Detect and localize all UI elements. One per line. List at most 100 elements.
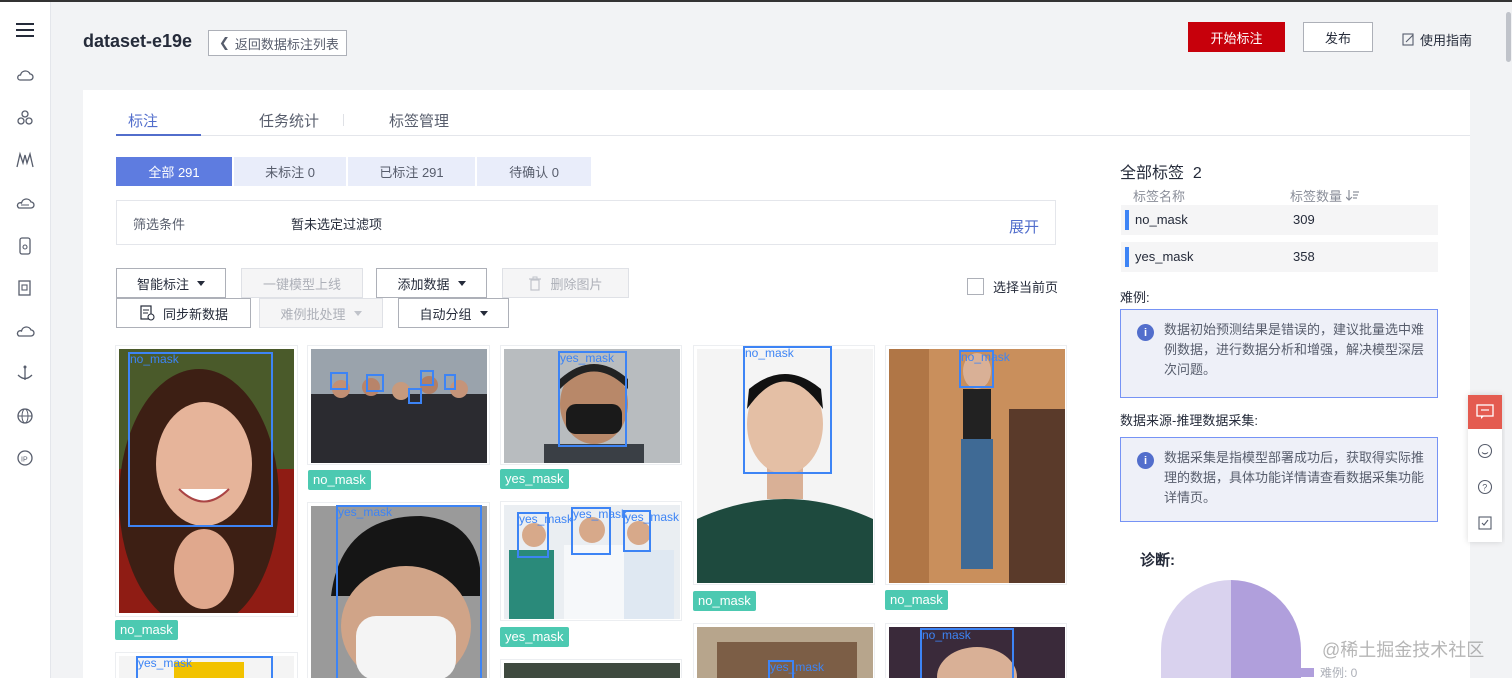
all-labels-count: 2 (1192, 165, 1202, 182)
image-card[interactable]: yes_mask (500, 345, 682, 465)
label-count-header[interactable]: 标签数量 (1290, 186, 1360, 205)
tab-task-stats[interactable]: 任务统计 (259, 110, 319, 131)
ip-icon[interactable]: IP (13, 446, 37, 470)
checklist-icon (1478, 516, 1492, 530)
hard-example-info: i 数据初始预测结果是错误的，建议批量选中难例数据，进行数据分析和增强，解决模型… (1120, 309, 1438, 398)
expand-filter-link[interactable]: 展开 (1009, 216, 1039, 237)
bounding-box[interactable]: yes_mask (136, 656, 273, 678)
image-card[interactable] (500, 659, 682, 678)
bounding-box[interactable]: no_mask (743, 346, 832, 474)
filter-unlabeled[interactable]: 未标注 0 (234, 157, 346, 186)
diagnosis-title: 诊断: (1140, 552, 1175, 569)
all-labels-title: 全部标签 2 (1120, 159, 1202, 183)
image-card[interactable]: no_mask (885, 623, 1067, 678)
bounding-box[interactable] (408, 388, 422, 404)
add-data-dropdown[interactable]: 添加数据 (376, 268, 487, 298)
label-row[interactable]: yes_mask 358 (1121, 242, 1438, 272)
bounding-box[interactable] (366, 374, 384, 392)
select-current-page[interactable]: 选择当前页 (967, 277, 1058, 296)
modelarts-icon[interactable] (13, 148, 37, 172)
globe-icon[interactable] (13, 404, 37, 428)
label-count-header-text: 标签数量 (1290, 189, 1343, 204)
image-tag: yes_mask (500, 469, 569, 489)
anchor-icon[interactable] (13, 361, 37, 385)
menu-icon[interactable] (13, 18, 37, 42)
bounding-box[interactable]: no_mask (128, 352, 273, 527)
delete-images-button[interactable]: 删除图片 (502, 268, 629, 298)
image-card[interactable]: yes_mask (693, 623, 875, 678)
bounding-box[interactable]: no_mask (920, 628, 1014, 678)
label-name-header: 标签名称 (1133, 189, 1186, 204)
page-scrollbar[interactable] (1505, 2, 1512, 678)
auto-group-dropdown[interactable]: 自动分组 (398, 298, 509, 328)
smile-icon (1477, 443, 1493, 459)
chat-icon (1476, 404, 1494, 419)
help-button[interactable]: ? (1468, 470, 1502, 504)
image-tag: no_mask (115, 620, 178, 640)
bbox-label: no_mask (961, 350, 1010, 364)
survey-button[interactable] (1468, 506, 1502, 540)
bounding-box[interactable]: yes_mask (336, 505, 482, 678)
bounding-box[interactable] (420, 370, 434, 386)
data-source-info-text: 数据采集是指模型部署成功后，获取得实际推理的数据，具体功能详情请查看数据采集功能… (1164, 450, 1425, 505)
publish-button[interactable]: 发布 (1303, 22, 1373, 52)
image-card[interactable]: yes_mask (307, 502, 490, 678)
svg-text:?: ? (1482, 483, 1487, 493)
bounding-box[interactable]: yes_mask (768, 660, 824, 678)
image-card[interactable]: no_mask (115, 345, 298, 617)
bbox-label: no_mask (745, 346, 794, 360)
filter-all[interactable]: 全部 291 (116, 157, 232, 186)
hard-example-title: 难例: (1120, 290, 1150, 305)
data-source-info: i 数据采集是指模型部署成功后，获取得实际推理的数据，具体功能详情请查看数据采集… (1120, 437, 1438, 522)
add-data-label: 添加数据 (397, 276, 450, 292)
bounding-box[interactable]: yes_mask (623, 510, 679, 552)
smart-labeling-label: 智能标注 (136, 276, 189, 292)
filter-labeled[interactable]: 已标注 291 (348, 157, 475, 186)
bounding-box[interactable]: no_mask (959, 350, 1010, 388)
bounding-box[interactable]: yes_mask (558, 351, 627, 447)
device-icon[interactable] (13, 234, 37, 258)
image-card[interactable]: no_mask (693, 345, 875, 585)
auto-group-label: 自动分组 (419, 306, 472, 322)
info-icon: i (1137, 324, 1154, 341)
bounding-box[interactable] (330, 372, 348, 390)
image-tag: no_mask (885, 590, 948, 610)
sort-icon[interactable] (1346, 190, 1360, 201)
svg-text:IP: IP (21, 457, 28, 464)
select-page-checkbox[interactable] (967, 278, 984, 295)
hard-example-batch-dropdown[interactable]: 难例批处理 (259, 298, 383, 328)
cloud-storage-icon[interactable] (13, 192, 37, 216)
smart-labeling-dropdown[interactable]: 智能标注 (116, 268, 226, 298)
bounding-box[interactable]: yes_mask (571, 507, 627, 555)
bounding-box[interactable] (444, 374, 456, 390)
cluster-icon[interactable] (13, 106, 37, 130)
data-source-title: 数据来源-推理数据采集: (1120, 413, 1258, 428)
image-card[interactable]: yes_mask (115, 652, 298, 678)
cloud-service-icon[interactable] (13, 64, 37, 88)
label-row[interactable]: no_mask 309 (1121, 205, 1438, 235)
one-click-deploy-button[interactable]: 一键模型上线 (241, 268, 363, 298)
satisfaction-button[interactable] (1468, 434, 1502, 468)
scrollbar-thumb[interactable] (1506, 12, 1511, 62)
tab-annotate[interactable]: 标注 (128, 110, 158, 131)
bounding-box[interactable]: yes_mask (517, 512, 573, 558)
tab-label-management[interactable]: 标签管理 (389, 110, 449, 131)
image-card[interactable]: yes_mask yes_mask yes_mask (500, 501, 682, 621)
sync-new-data-button[interactable]: 同步新数据 (116, 298, 251, 328)
start-labeling-button[interactable]: 开始标注 (1188, 22, 1285, 52)
sync-doc-icon (140, 305, 155, 321)
document-icon[interactable] (13, 276, 37, 300)
image-card[interactable] (307, 345, 490, 465)
bbox-label: yes_mask (338, 505, 393, 519)
chat-feedback-button[interactable] (1468, 395, 1502, 429)
user-guide-link[interactable]: 使用指南 (1402, 30, 1472, 49)
delete-images-label: 删除图片 (550, 276, 603, 292)
guide-edit-icon (1402, 33, 1414, 46)
bbox-label: yes_mask (573, 507, 628, 521)
caret-down-icon (197, 280, 205, 286)
cloud-icon[interactable] (13, 319, 37, 343)
back-to-list-button[interactable]: ❮ 返回数据标注列表 (208, 30, 347, 56)
filter-pending[interactable]: 待确认 0 (477, 157, 591, 186)
label-count: 358 (1293, 249, 1315, 264)
image-card[interactable]: no_mask (885, 345, 1067, 585)
